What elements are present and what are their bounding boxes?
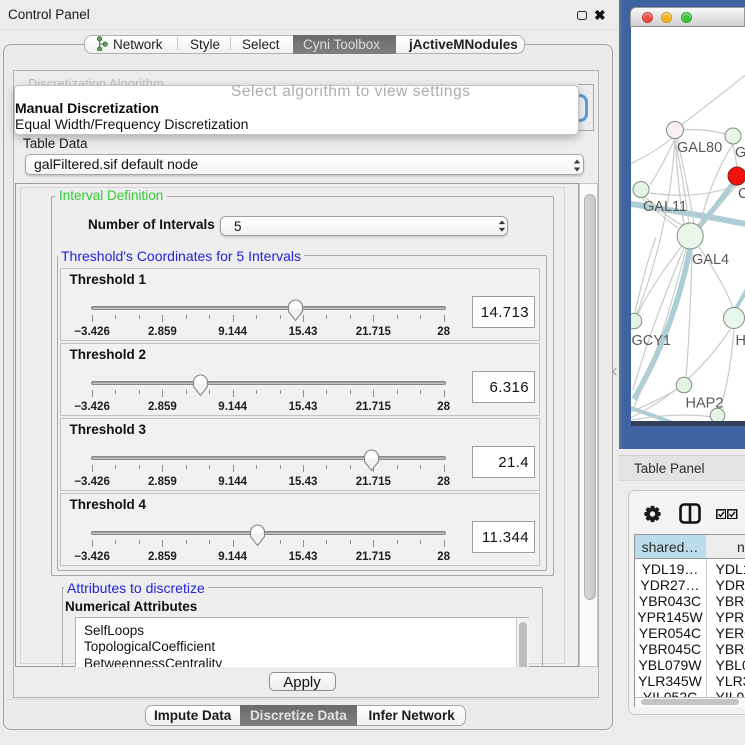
svg-text:GAL80: GAL80 — [677, 140, 722, 156]
svg-text:H: H — [736, 333, 745, 349]
svg-text:GAL4: GAL4 — [692, 252, 729, 268]
svg-text:HAP2: HAP2 — [686, 396, 724, 412]
svg-text:GAL11: GAL11 — [643, 199, 687, 215]
svg-text:C: C — [738, 186, 745, 202]
svg-text:GCY1: GCY1 — [632, 333, 672, 349]
svg-text:GA: GA — [735, 145, 745, 161]
